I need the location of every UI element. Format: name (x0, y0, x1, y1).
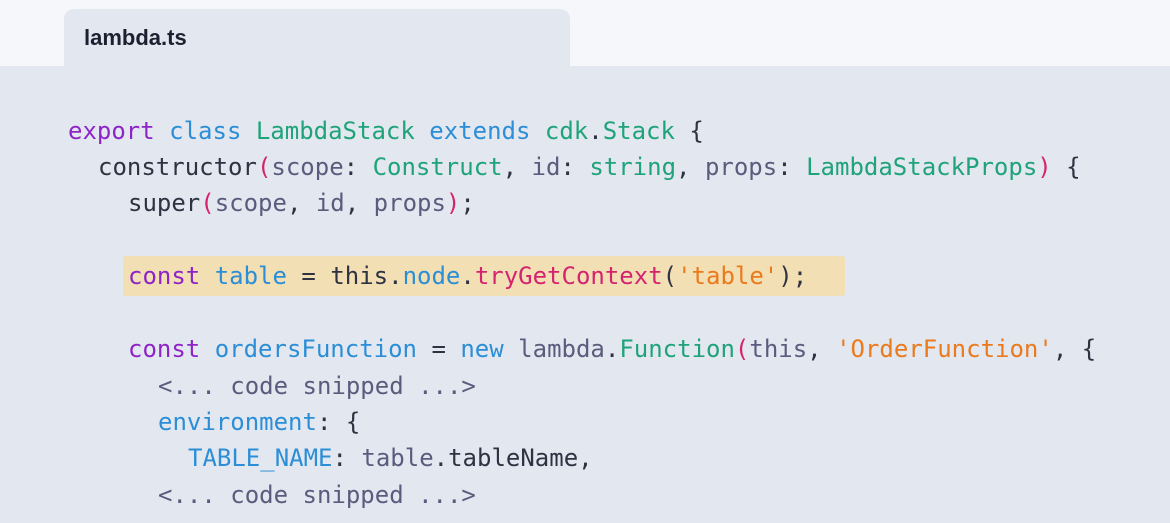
code-token: tryGetContext (474, 262, 663, 290)
code-token: LambdaStackProps (806, 153, 1038, 181)
code-token: ) (445, 189, 461, 217)
code-token: , (344, 189, 374, 217)
code-token: ( (662, 262, 678, 290)
code-line-3: super(scope, id, props); (68, 185, 475, 221)
code-token: cdk (544, 117, 589, 145)
code-token: . (588, 117, 603, 145)
code-line-11: <... code snipped ...> (68, 477, 476, 513)
code-token: { (674, 117, 704, 145)
code-token: , (807, 335, 837, 363)
code-token: : (777, 153, 807, 181)
code-token: , (286, 189, 316, 217)
code-token: Construct (372, 153, 503, 181)
code-line-5: const table = this.node.tryGetContext('t… (68, 258, 807, 294)
file-tab[interactable]: lambda.ts (64, 9, 570, 71)
code-line-7: const ordersFunction = new lambda.Functi… (68, 331, 1096, 367)
code-token: , (676, 153, 705, 181)
code-token: props (704, 153, 778, 181)
code-token: = (417, 335, 461, 363)
code-token: , { (1052, 335, 1097, 363)
code-line-1: export class LambdaStack extends cdk.Sta… (68, 113, 704, 149)
code-token: scope (214, 189, 287, 217)
code-token: , (578, 444, 593, 472)
code-token: { (1051, 153, 1081, 181)
code-token: Function (619, 335, 735, 363)
code-line-9: environment: { (68, 404, 360, 440)
code-token: . (460, 262, 475, 290)
code-token: tableName (448, 444, 579, 472)
code-slide: lambda.ts export class LambdaStack exten… (0, 0, 1170, 523)
code-token: string (589, 153, 677, 181)
code-token: node (402, 262, 461, 290)
code-token: ordersFunction (214, 335, 417, 363)
code-token: ) (778, 262, 793, 290)
code-token: constructor (98, 153, 257, 181)
code-token: props (373, 189, 446, 217)
code-token: table (361, 444, 434, 472)
code-token: ( (734, 335, 750, 363)
file-tab-label: lambda.ts (84, 25, 187, 50)
code-snipped-comment: <... code snipped ...> (158, 372, 476, 400)
code-snipped-comment: <... code snipped ...> (158, 481, 476, 509)
code-token: const (128, 335, 201, 363)
code-line-8: <... code snipped ...> (68, 368, 476, 404)
code-line-10: TABLE_NAME: table.tableName, (68, 440, 593, 476)
code-token: : (560, 153, 590, 181)
code-block: export class LambdaStack extends cdk.Sta… (0, 66, 1170, 523)
code-token: : (332, 444, 362, 472)
code-token: LambdaStack (255, 117, 415, 145)
code-token: environment (158, 408, 317, 436)
code-token: . (433, 444, 449, 472)
code-token: id (315, 189, 345, 217)
code-token: 'table' (677, 262, 779, 290)
code-token: lambda (518, 335, 605, 363)
code-token: : (343, 153, 373, 181)
code-line-2: constructor(scope: Construct, id: string… (68, 149, 1081, 185)
code-token: Stack (602, 117, 675, 145)
code-token: new (460, 335, 504, 363)
code-token: . (604, 335, 620, 363)
code-token: , (502, 153, 532, 181)
code-token: ( (200, 189, 215, 217)
code-token: 'OrderFunction' (836, 335, 1053, 363)
code-token: : { (316, 408, 361, 436)
code-token: scope (271, 153, 344, 181)
code-token: this (330, 262, 389, 290)
code-token: ; (460, 189, 475, 217)
code-token: id (531, 153, 561, 181)
code-token: table (214, 262, 287, 290)
code-token: ( (256, 153, 272, 181)
code-token: . (388, 262, 403, 290)
code-token: class (169, 117, 242, 145)
code-token: super (128, 189, 201, 217)
code-token: this (749, 335, 808, 363)
code-token: extends (429, 117, 531, 145)
code-token: = (286, 262, 331, 290)
code-token: const (128, 262, 201, 290)
code-token: export (68, 117, 155, 145)
code-token: TABLE_NAME (188, 444, 333, 472)
code-token: ) (1037, 153, 1052, 181)
code-token: ; (792, 262, 808, 290)
